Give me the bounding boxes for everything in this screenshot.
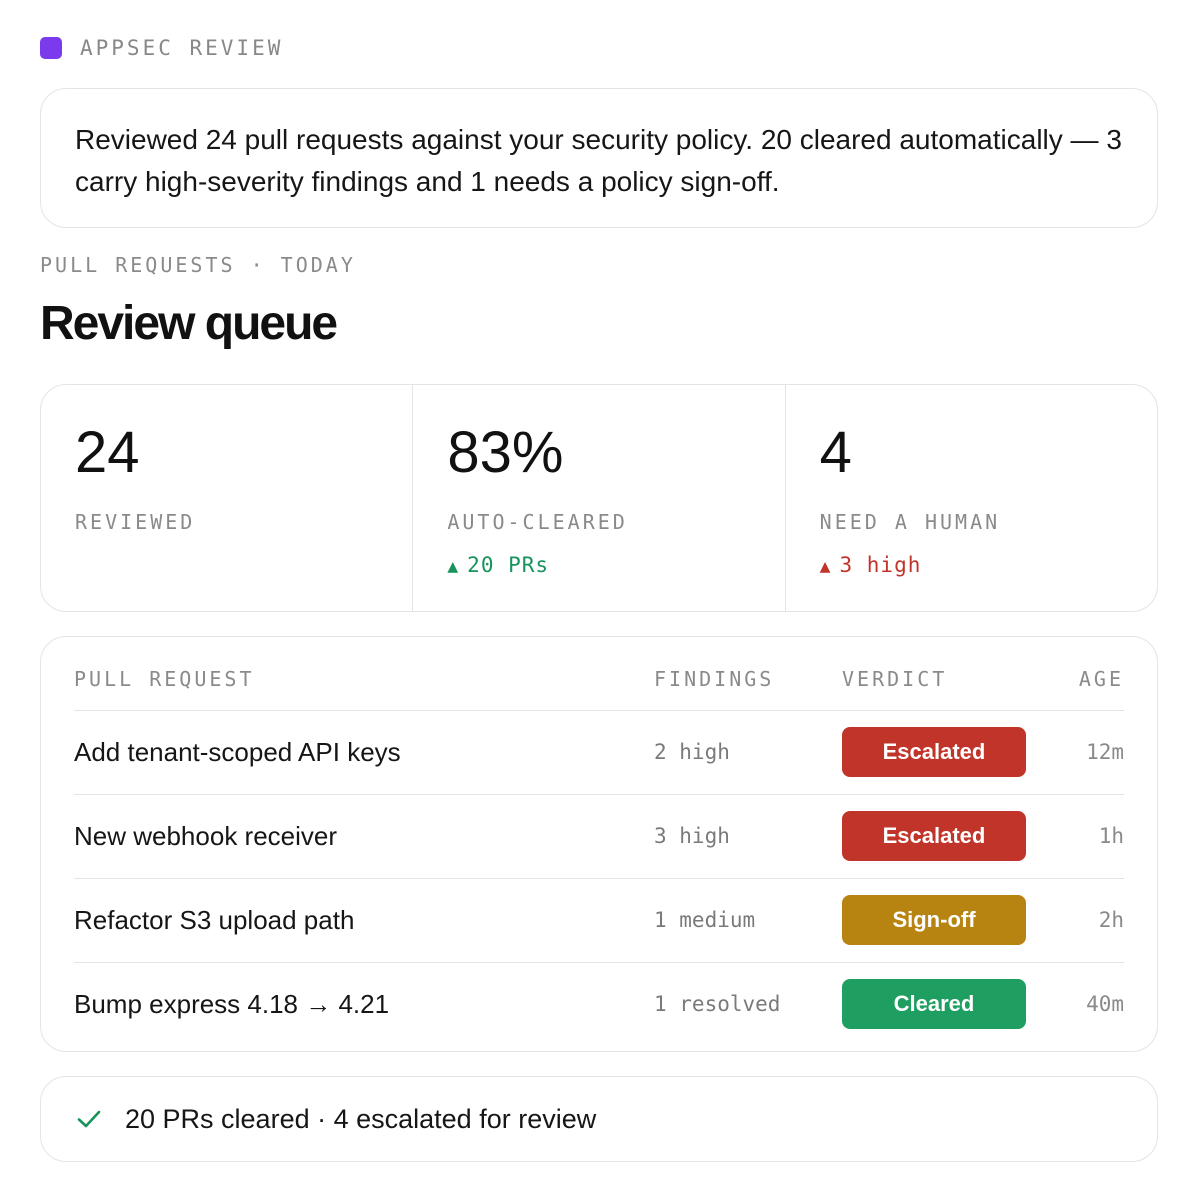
- stat-delta: ▲ 3 high: [820, 553, 922, 577]
- pr-age: 2h: [1098, 908, 1124, 932]
- table-row[interactable]: Refactor S3 upload path 1 medium Sign-of…: [74, 879, 1124, 963]
- stat-value: 4: [819, 420, 852, 485]
- app-logo-icon: [40, 37, 62, 59]
- summary-text: Reviewed 24 pull requests against your s…: [75, 124, 1122, 197]
- stat-value: 83%: [447, 420, 564, 485]
- stat-delta-text: 3 high: [839, 553, 922, 577]
- table-row[interactable]: New webhook receiver 3 high Escalated 1h: [74, 795, 1124, 879]
- column-header-age: AGE: [1078, 667, 1124, 691]
- stat-label: NEED A HUMAN: [819, 510, 1001, 534]
- review-table: PULL REQUEST FINDINGS VERDICT AGE Add te…: [40, 636, 1158, 1052]
- app-header: APPSEC REVIEW: [40, 36, 283, 60]
- section-label: PULL REQUESTS · TODAY: [40, 253, 356, 277]
- column-header-findings: FINDINGS: [654, 667, 775, 691]
- table-row[interactable]: Add tenant-scoped API keys 2 high Escala…: [74, 711, 1124, 795]
- pr-findings: 1 resolved: [654, 992, 781, 1016]
- stat-delta: ▲ 20 PRs: [447, 553, 549, 577]
- verdict-badge[interactable]: Sign-off: [842, 895, 1026, 945]
- pr-age: 12m: [1086, 740, 1124, 764]
- stat-label: AUTO-CLEARED: [447, 510, 628, 534]
- pr-findings: 3 high: [654, 824, 730, 848]
- stat-label: REVIEWED: [75, 510, 196, 534]
- page-title: Review queue: [40, 297, 338, 350]
- table-header: PULL REQUEST FINDINGS VERDICT AGE: [74, 637, 1124, 711]
- check-icon: [77, 1110, 101, 1128]
- column-header-verdict: VERDICT: [842, 667, 948, 691]
- pr-title[interactable]: Add tenant-scoped API keys: [74, 737, 401, 768]
- pr-title[interactable]: New webhook receiver: [74, 821, 337, 852]
- pr-title[interactable]: Bump express 4.18 → 4.21: [74, 989, 389, 1020]
- stats-card: 24 REVIEWED 83% AUTO-CLEARED ▲ 20 PRs 4 N…: [40, 384, 1158, 612]
- pr-findings: 1 medium: [654, 908, 756, 932]
- footer-summary: 20 PRs cleared · 4 escalated for review: [40, 1076, 1158, 1162]
- stat-auto-cleared: 83% AUTO-CLEARED ▲ 20 PRs: [413, 385, 786, 611]
- pr-title[interactable]: Refactor S3 upload path: [74, 905, 354, 936]
- pr-age: 40m: [1086, 992, 1124, 1016]
- stat-reviewed: 24 REVIEWED: [41, 385, 414, 611]
- verdict-badge[interactable]: Escalated: [842, 811, 1026, 861]
- triangle-up-icon: ▲: [819, 556, 832, 577]
- table-row[interactable]: Bump express 4.18 → 4.21 1 resolved Clea…: [74, 963, 1124, 1047]
- verdict-badge[interactable]: Cleared: [842, 979, 1026, 1029]
- pr-age: 1h: [1098, 824, 1124, 848]
- stat-delta-text: 20 PRs: [467, 553, 550, 577]
- triangle-up-icon: ▲: [447, 556, 460, 577]
- footer-text: 20 PRs cleared · 4 escalated for review: [125, 1103, 597, 1134]
- pr-findings: 2 high: [654, 740, 730, 764]
- summary-card: Reviewed 24 pull requests against your s…: [40, 88, 1158, 228]
- stat-value: 24: [75, 420, 140, 485]
- app-title: APPSEC REVIEW: [80, 36, 284, 60]
- column-header-pull-request: PULL REQUEST: [74, 667, 255, 691]
- verdict-badge[interactable]: Escalated: [842, 727, 1026, 777]
- stat-need-human: 4 NEED A HUMAN ▲ 3 high: [786, 385, 1157, 611]
